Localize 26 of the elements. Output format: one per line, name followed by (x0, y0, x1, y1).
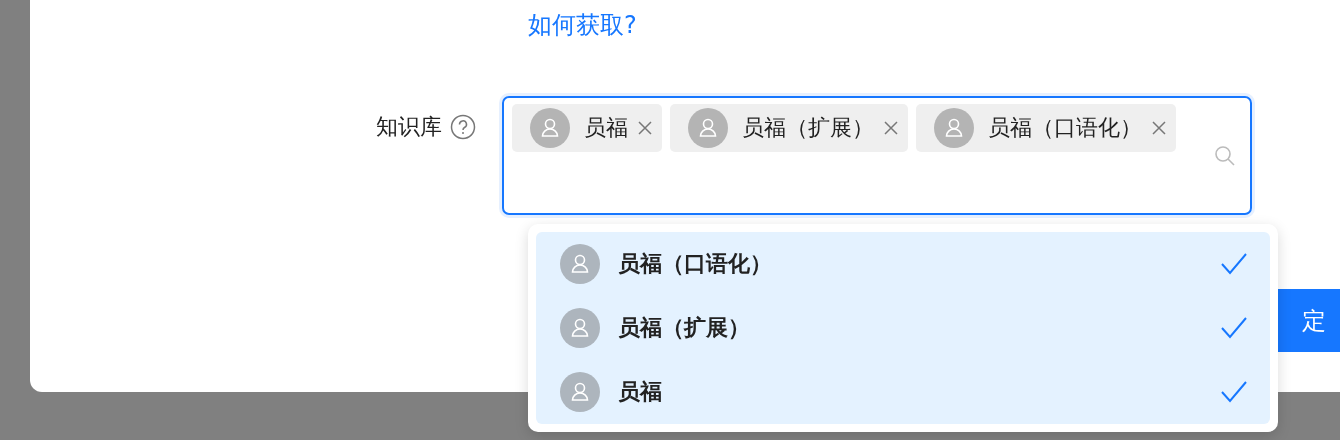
help-icon[interactable] (450, 114, 476, 140)
avatar-icon (560, 372, 600, 412)
avatar-icon (934, 107, 974, 148)
option-label: 员福（扩展） (618, 314, 751, 342)
avatar-icon (688, 107, 728, 148)
dropdown-option[interactable]: 员福（扩展） (536, 296, 1270, 360)
close-icon[interactable] (1152, 120, 1166, 135)
tag-label: 员福 (584, 113, 628, 142)
dropdown-option[interactable]: 员福（口语化） (536, 232, 1270, 296)
check-icon (1220, 380, 1248, 404)
avatar-icon (530, 107, 570, 148)
close-icon[interactable] (638, 120, 652, 135)
option-label: 员福（口语化） (618, 250, 773, 278)
search-icon (1214, 144, 1236, 167)
field-label: 知识库 (376, 113, 442, 141)
check-icon (1220, 252, 1248, 276)
close-icon[interactable] (884, 120, 898, 135)
multi-select-field[interactable]: 员福 员福（扩展） 员福（口语化） (502, 96, 1252, 215)
help-link[interactable]: 如何获取? (528, 11, 637, 39)
tag-label: 员福（扩展） (742, 113, 874, 142)
option-label: 员福 (618, 378, 663, 406)
dropdown-option[interactable]: 员福 (536, 360, 1270, 424)
avatar-icon (560, 308, 600, 348)
avatar-icon (560, 244, 600, 284)
tag-label: 员福（口语化） (988, 113, 1142, 142)
check-icon (1220, 316, 1248, 340)
